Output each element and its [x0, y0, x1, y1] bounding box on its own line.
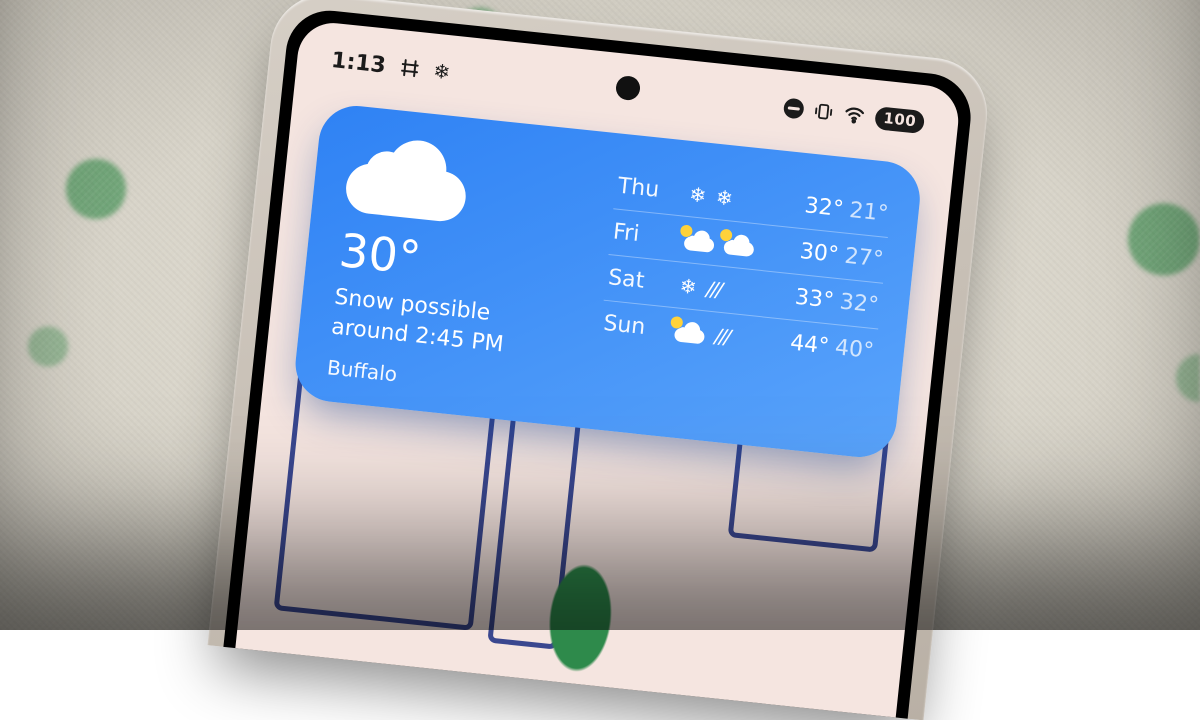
vignette [0, 0, 1200, 630]
